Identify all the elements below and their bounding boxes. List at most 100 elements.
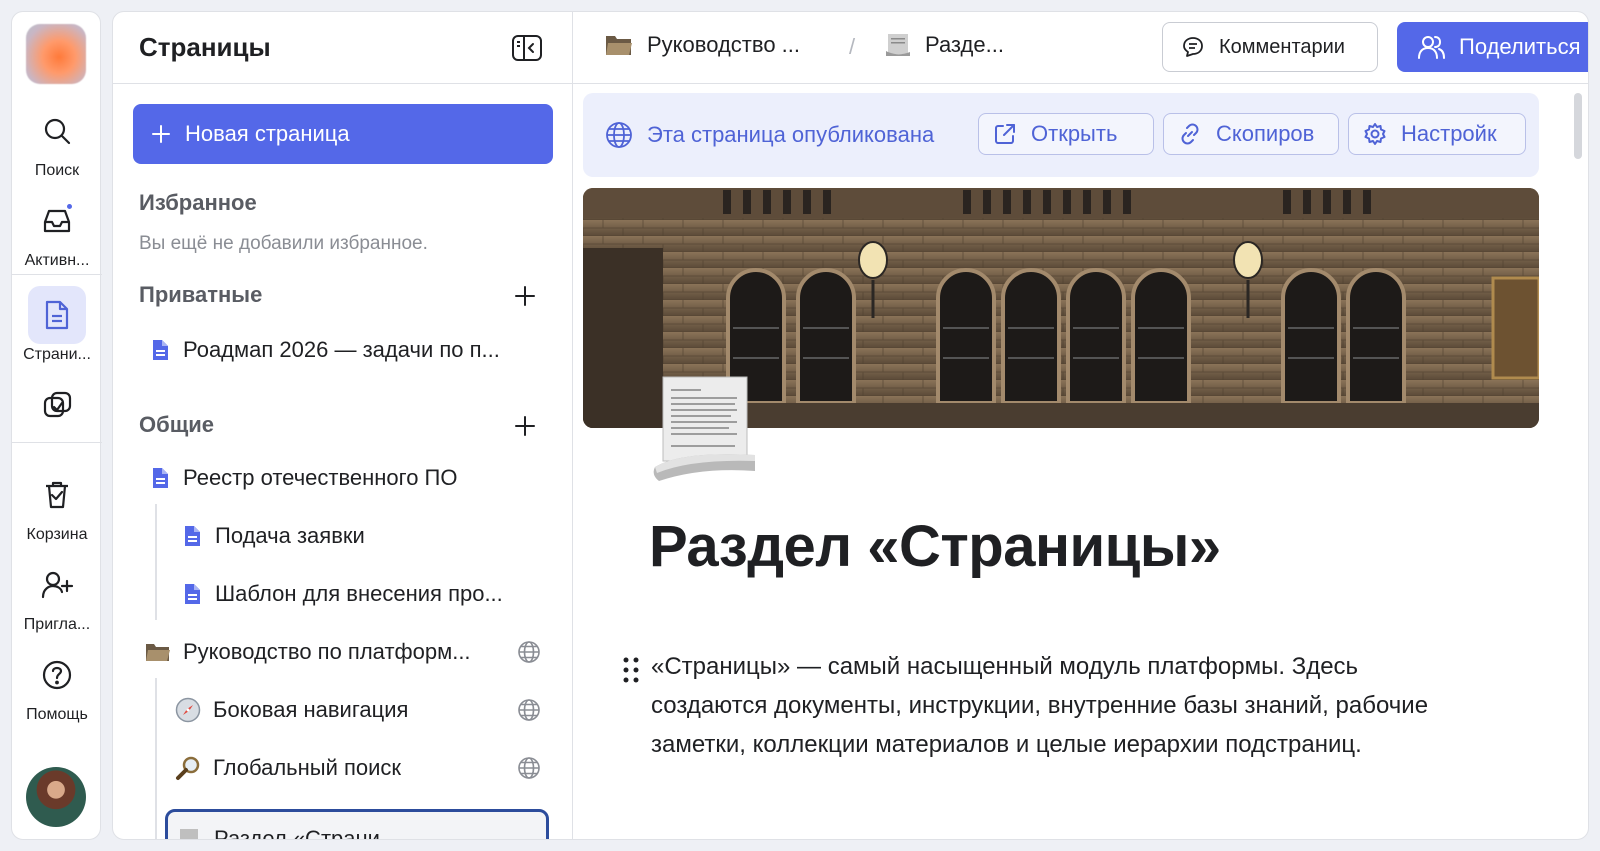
favorites-title: Избранное	[139, 190, 257, 215]
rail-label: Помощь	[26, 706, 88, 723]
shared-title: Общие	[139, 412, 215, 437]
breadcrumb-separator: /	[849, 34, 856, 59]
comments-label: Комментарии	[1219, 35, 1345, 58]
rail-label: Активн...	[24, 252, 90, 269]
tree-item-label: Раздел «Страни...	[214, 826, 399, 840]
globe-icon	[518, 757, 540, 779]
rail-pages[interactable]: Страни...	[12, 286, 102, 364]
doc-icon	[153, 340, 168, 360]
doc-icon	[185, 526, 200, 546]
scroll-icon	[176, 826, 202, 839]
tree-item-label: Шаблон для внесения про...	[215, 581, 503, 606]
add-shared-page-button[interactable]	[513, 414, 537, 438]
share-label: Поделиться	[1459, 34, 1581, 59]
inbox-icon	[28, 192, 86, 250]
settings-label: Настройк	[1401, 121, 1497, 146]
tree-item-label: Реестр отечественного ПО	[183, 465, 458, 490]
publish-status-text: Эта страница опубликована	[647, 122, 935, 147]
sidebar-item-template[interactable]: Шаблон для внесения про...	[181, 569, 531, 619]
external-link-icon	[995, 124, 1015, 144]
rail-trash[interactable]: Корзина	[12, 466, 102, 544]
comments-icon	[1183, 37, 1203, 57]
new-page-button[interactable]: Новая страница	[133, 104, 553, 164]
scroll-icon	[886, 34, 910, 56]
sidebar-item-global-search[interactable]: Глобальный поиск	[175, 743, 505, 793]
plus-icon	[152, 125, 170, 143]
sidebar-item-registry[interactable]: Реестр отечественного ПО	[149, 453, 529, 503]
help-icon	[28, 646, 86, 704]
pages-icon	[28, 286, 86, 344]
folder-icon	[606, 36, 632, 55]
new-page-label: Новая страница	[185, 121, 350, 146]
globe-icon	[518, 699, 540, 721]
trash-icon	[28, 466, 86, 524]
workspace-logo[interactable]	[26, 24, 86, 84]
rail-help[interactable]: Помощь	[12, 646, 102, 724]
share-button[interactable]: Поделиться	[1397, 22, 1588, 72]
magnifier-icon	[175, 755, 201, 781]
breadcrumb-guide[interactable]: Руководство ...	[605, 32, 800, 58]
breadcrumb-label: Руководство ...	[647, 32, 801, 57]
tree-item-label: Боковая навигация	[213, 697, 409, 722]
sidebar-item-side-navigation[interactable]: Боковая навигация	[175, 685, 505, 735]
rail-label: Пригла...	[23, 616, 91, 633]
plus-icon	[515, 416, 535, 436]
sidebar-header: Страницы	[113, 12, 572, 84]
publish-status: Эта страница опубликована	[605, 121, 934, 149]
unread-dot	[66, 203, 73, 210]
pages-sidebar: Страницы Новая страница Избранное Вы ещё…	[113, 12, 573, 839]
rail-label: Корзина	[26, 526, 88, 543]
content-scrollbar[interactable]	[1574, 93, 1582, 159]
breadcrumb-label: Разде...	[925, 32, 1004, 57]
publish-bar: Эта страница опубликована Открыть Скопир…	[583, 93, 1539, 177]
copy-link-button[interactable]: Скопиров	[1163, 113, 1339, 155]
rail-label: Страни...	[23, 346, 91, 363]
workspace-panel: Страницы Новая страница Избранное Вы ещё…	[112, 11, 1589, 840]
rail-tasks[interactable]	[12, 376, 102, 436]
rail-activity[interactable]: Активн...	[12, 192, 102, 270]
rail-search[interactable]: Поиск	[12, 102, 102, 180]
collapse-sidebar-button[interactable]	[511, 34, 543, 62]
page-topbar: Руководство ... / Разде... Комментарии П…	[573, 12, 1588, 84]
sidebar-item-platform-guide[interactable]: Руководство по платформ...	[145, 627, 497, 677]
sidebar-item-application[interactable]: Подача заявки	[181, 511, 531, 561]
comments-button[interactable]: Комментарии	[1162, 22, 1378, 72]
globe-icon	[518, 641, 540, 663]
open-label: Открыть	[1031, 121, 1118, 146]
publish-settings-button[interactable]: Настройк	[1348, 113, 1526, 155]
sidebar-item-pages-section[interactable]: Раздел «Страни...	[165, 809, 549, 840]
scroll-icon	[653, 376, 755, 481]
globe-icon	[606, 122, 632, 148]
drag-handle-icon	[623, 657, 639, 683]
add-private-page-button[interactable]	[513, 284, 537, 308]
doc-icon	[153, 468, 168, 488]
tree-guide-line	[155, 504, 157, 620]
sidebar-title: Страницы	[139, 32, 271, 62]
search-icon	[28, 102, 86, 160]
selected-item-content: Раздел «Страни...	[176, 814, 496, 840]
tree-item-label: Роадмап 2026 — задачи по п...	[183, 337, 500, 362]
rail-label: Поиск	[34, 162, 80, 179]
user-avatar[interactable]	[26, 767, 86, 827]
sidebar-item-roadmap[interactable]: Роадмап 2026 — задачи по п...	[149, 325, 529, 375]
page-content: Эта страница опубликована Открыть Скопир…	[573, 85, 1588, 839]
page-paragraph[interactable]: «Страницы» — самый насыщенный модуль пла…	[651, 647, 1471, 764]
copy-label: Скопиров	[1216, 121, 1315, 146]
rail-invite[interactable]: Пригла...	[12, 556, 102, 634]
sidebar-toggle-icon	[512, 35, 542, 61]
tree-item-label: Глобальный поиск	[213, 755, 402, 780]
page-title[interactable]: Раздел «Страницы»	[649, 513, 1221, 580]
folder-icon	[145, 639, 171, 665]
favorites-empty-note: Вы ещё не добавили избранное.	[139, 233, 428, 254]
tree-item-label: Руководство по платформ...	[183, 639, 471, 664]
breadcrumb-current[interactable]: Разде...	[885, 32, 1004, 58]
doc-icon	[185, 584, 200, 604]
users-icon	[1418, 36, 1445, 59]
open-published-button[interactable]: Открыть	[978, 113, 1154, 155]
page-icon[interactable]	[651, 375, 755, 485]
gear-icon	[1364, 123, 1386, 145]
block-drag-handle[interactable]	[621, 655, 641, 685]
tree-item-label: Подача заявки	[215, 523, 365, 548]
tasks-icon	[28, 376, 86, 434]
rail-divider	[12, 274, 102, 275]
